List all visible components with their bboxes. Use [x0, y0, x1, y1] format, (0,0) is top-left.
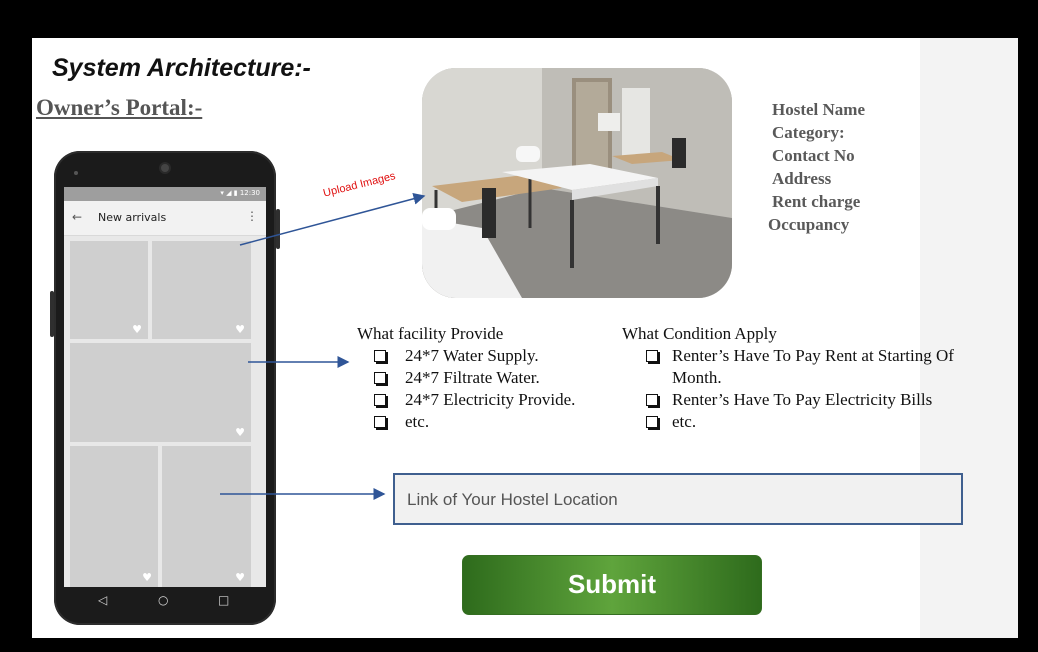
checkbox-icon[interactable]: [374, 394, 386, 406]
facility-title: What facility Provide: [357, 324, 504, 343]
checkbox-icon[interactable]: [374, 350, 386, 362]
facility-list: What facility Provide 24*7 Water Supply.…: [357, 323, 575, 433]
checkbox-icon[interactable]: [374, 372, 386, 384]
facility-item[interactable]: etc.: [357, 411, 575, 433]
facility-item[interactable]: 24*7 Water Supply.: [357, 345, 575, 367]
condition-title: What Condition Apply: [622, 324, 777, 343]
checkbox-icon[interactable]: [646, 350, 658, 362]
facility-item[interactable]: 24*7 Filtrate Water.: [357, 367, 575, 389]
hostel-location-input[interactable]: Link of Your Hostel Location: [393, 473, 963, 525]
condition-list: What Condition Apply Renter’s Have To Pa…: [622, 323, 1002, 433]
checkbox-icon[interactable]: [374, 416, 386, 428]
checkbox-icon[interactable]: [646, 416, 658, 428]
facility-item[interactable]: 24*7 Electricity Provide.: [357, 389, 575, 411]
location-placeholder: Link of Your Hostel Location: [407, 490, 618, 509]
condition-item[interactable]: Renter’s Have To Pay Electricity Bills: [622, 389, 1002, 411]
upload-arrow: [239, 192, 426, 246]
condition-item[interactable]: etc.: [622, 411, 1002, 433]
condition-item[interactable]: Renter’s Have To Pay Rent at Starting Of…: [622, 345, 1002, 389]
slide: System Architecture:- Owner’s Portal:- ▾…: [32, 38, 1018, 638]
checkbox-icon[interactable]: [646, 394, 658, 406]
submit-button[interactable]: Submit: [462, 555, 762, 615]
